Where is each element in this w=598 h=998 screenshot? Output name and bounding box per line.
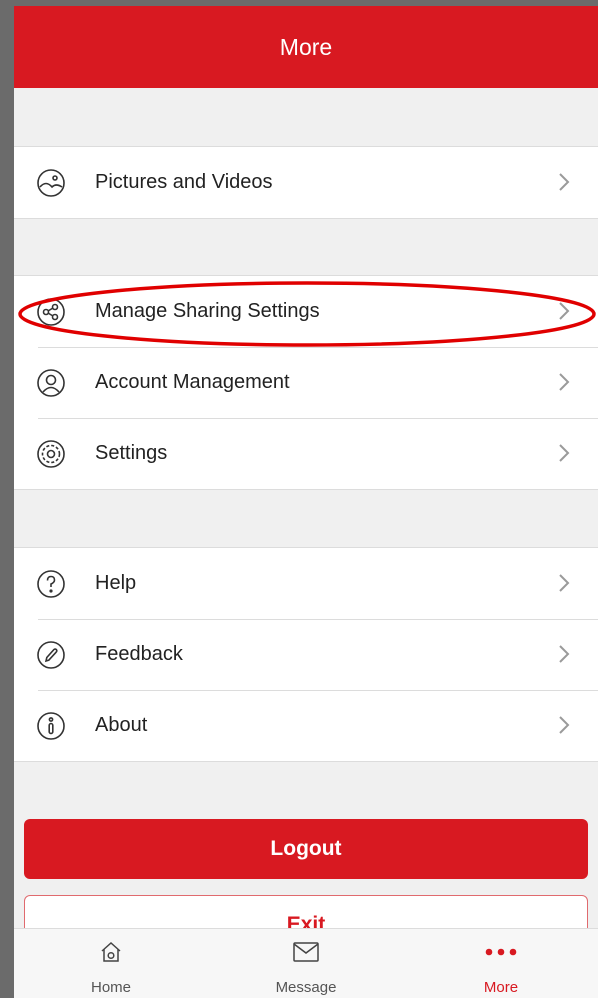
chevron-right-icon	[558, 573, 570, 593]
menu-group-media: Pictures and Videos	[14, 146, 598, 219]
chevron-right-icon	[558, 443, 570, 463]
menu-item-account-management[interactable]: Account Management	[14, 347, 598, 418]
menu-item-about[interactable]: About	[14, 690, 598, 761]
menu-item-manage-sharing-settings[interactable]: Manage Sharing Settings	[14, 276, 598, 347]
chevron-right-icon	[558, 372, 570, 392]
share-icon	[36, 297, 66, 327]
page-title: More	[279, 33, 333, 60]
menu-item-label: Account Management	[95, 371, 290, 393]
menu-item-feedback[interactable]: Feedback	[14, 619, 598, 690]
image-icon	[36, 168, 66, 198]
menu-item-label: Settings	[95, 442, 168, 464]
help-icon	[36, 569, 66, 599]
menu-item-help[interactable]: Help	[14, 548, 598, 619]
chevron-right-icon	[558, 715, 570, 735]
logout-button[interactable]: Logout	[24, 819, 588, 879]
menu-group-account: Manage Sharing Settings Account Manageme…	[14, 275, 598, 490]
tab-label: More	[483, 979, 519, 996]
person-icon	[36, 368, 66, 398]
pencil-icon	[36, 640, 66, 670]
menu-item-label: Pictures and Videos	[95, 171, 273, 193]
mail-icon	[209, 939, 403, 965]
menu-item-label: About	[95, 714, 148, 736]
info-icon	[36, 711, 66, 741]
tab-label: Message	[275, 979, 337, 996]
menu-item-settings[interactable]: Settings	[14, 418, 598, 489]
menu-item-label: Help	[95, 572, 137, 594]
app-header: More	[14, 6, 598, 88]
bottom-tab-bar: Home Message More	[14, 928, 598, 998]
tab-home[interactable]: Home	[14, 929, 208, 998]
chevron-right-icon	[558, 644, 570, 664]
chevron-right-icon	[558, 172, 570, 192]
gear-icon	[36, 439, 66, 469]
home-icon	[14, 939, 208, 965]
tab-message[interactable]: Message	[209, 929, 403, 998]
tab-more[interactable]: More	[404, 929, 598, 998]
app-screen: More Pictures and Videos Manage Sharing …	[14, 6, 598, 998]
tab-label: Home	[90, 979, 131, 996]
more-dots-icon	[404, 939, 598, 965]
menu-item-label: Feedback	[95, 643, 183, 665]
chevron-right-icon	[558, 301, 570, 321]
menu-item-label: Manage Sharing Settings	[95, 300, 320, 322]
device-frame: More Pictures and Videos Manage Sharing …	[0, 0, 598, 998]
menu-item-pictures-and-videos[interactable]: Pictures and Videos	[14, 147, 598, 218]
menu-group-support: Help Feedback About	[14, 547, 598, 762]
